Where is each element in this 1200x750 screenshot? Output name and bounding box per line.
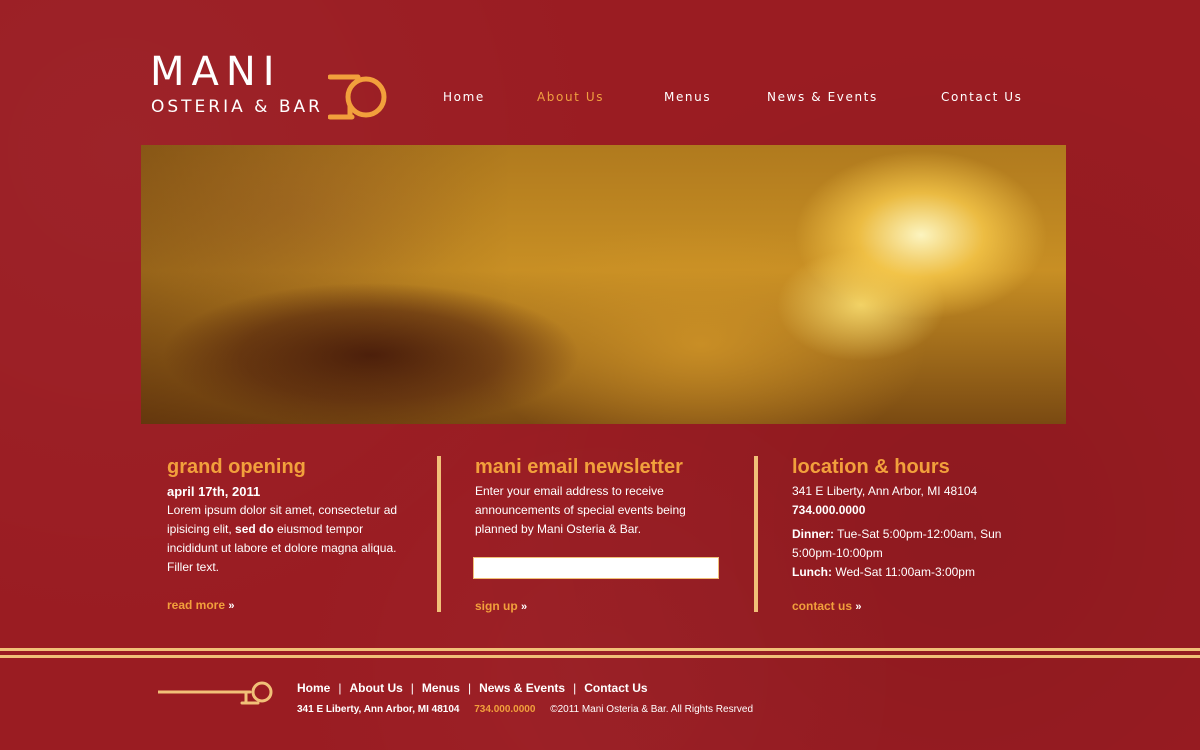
location-phone: 734.000.0000 (792, 503, 866, 517)
location-address: 341 E Liberty, Ann Arbor, MI 48104 (792, 484, 978, 498)
footer-phone: 734.000.0000 (474, 704, 536, 715)
pizza-peel-icon (158, 681, 273, 705)
footer-link-home[interactable]: Home (297, 681, 330, 695)
location-title: location & hours (792, 456, 950, 478)
contact-us-link[interactable]: contact us » (792, 597, 861, 615)
grand-opening-section: grand opening april 17th, 2011 Lorem ips… (167, 456, 412, 577)
footer-rule (0, 655, 1200, 658)
read-more-link[interactable]: read more » (167, 596, 235, 614)
email-input[interactable] (473, 557, 719, 579)
hero-image (141, 145, 1066, 424)
footer-info: 341 E Liberty, Ann Arbor, MI 48104 734.0… (297, 704, 753, 715)
newsletter-title: mani email newsletter (475, 456, 683, 478)
column-divider (754, 456, 758, 612)
grand-opening-title: grand opening (167, 456, 306, 478)
nav-about-us[interactable]: About Us (537, 90, 604, 104)
nav-menus[interactable]: Menus (664, 90, 711, 104)
dinner-hours: Dinner: Tue-Sat 5:00pm-12:00am, Sun 5:00… (792, 527, 1002, 560)
sign-up-link[interactable]: sign up » (475, 597, 527, 615)
pizza-peel-icon (328, 74, 387, 120)
footer-link-about-us[interactable]: About Us (349, 681, 402, 695)
logo-tagline: OSTERIA & BAR (151, 97, 323, 117)
footer-rule (0, 648, 1200, 651)
nav-home[interactable]: Home (443, 90, 485, 104)
location-section: location & hours 341 E Liberty, Ann Arbo… (792, 456, 1032, 582)
footer-copyright: ©2011 Mani Osteria & Bar. All Rights Res… (550, 704, 754, 715)
footer-link-menus[interactable]: Menus (422, 681, 460, 695)
column-divider (437, 456, 441, 612)
newsletter-body: Enter your email address to receive anno… (475, 484, 686, 536)
grand-opening-body: Lorem ipsum dolor sit amet, consectetur … (167, 503, 398, 574)
lunch-hours: Lunch: Wed-Sat 11:00am-3:00pm (792, 565, 975, 579)
newsletter-section: mani email newsletter Enter your email a… (475, 456, 715, 539)
logo-wordmark: MANI (150, 49, 282, 95)
nav-news-events[interactable]: News & Events (767, 90, 878, 104)
logo[interactable]: MANI OSTERIA & BAR (150, 49, 390, 125)
grand-opening-date: april 17th, 2011 (167, 484, 261, 499)
hero-overlay (141, 145, 1066, 424)
footer-link-contact-us[interactable]: Contact Us (584, 681, 647, 695)
nav-contact-us[interactable]: Contact Us (941, 90, 1023, 104)
footer-link-news-events[interactable]: News & Events (479, 681, 565, 695)
footer-address: 341 E Liberty, Ann Arbor, MI 48104 (297, 704, 460, 715)
footer-nav: Home | About Us | Menus | News & Events | Contac… (297, 681, 648, 695)
